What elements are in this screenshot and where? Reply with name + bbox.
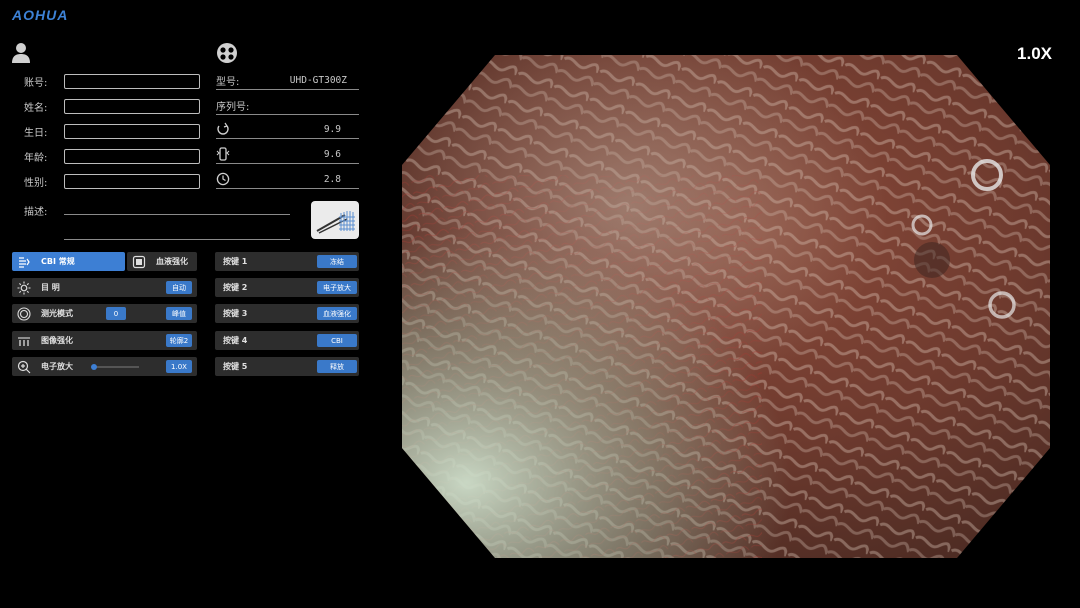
key-5-label: 按键 5 xyxy=(223,362,248,371)
key-3-label: 按键 3 xyxy=(223,309,248,318)
time-row: 2.8 xyxy=(216,170,359,189)
time-value: 2.8 xyxy=(323,173,341,185)
tab-cbi-normal[interactable]: CBI 常规 xyxy=(12,252,125,271)
name-field-row: 姓名: xyxy=(12,97,200,115)
key-4-assign-button[interactable]: CBI xyxy=(317,334,357,347)
metering-icon xyxy=(17,306,31,321)
tip-row: 9.6 xyxy=(216,145,359,164)
key-5-assign-button[interactable]: 释放 xyxy=(317,360,357,373)
brand-logo: AOHUA xyxy=(12,7,69,23)
scope-tip-icon xyxy=(216,147,230,161)
zoom-slider-track[interactable] xyxy=(93,366,139,368)
name-label: 姓名: xyxy=(24,102,48,114)
instrument-icon xyxy=(316,211,355,234)
tab-blood-enhance-label: 血液强化 xyxy=(156,257,188,266)
metering-mode-button[interactable]: 峰值 xyxy=(166,307,192,320)
name-input[interactable] xyxy=(64,98,200,114)
metering-label: 测光模式 xyxy=(41,309,73,318)
key-1-label: 按键 1 xyxy=(223,257,248,266)
sex-input[interactable] xyxy=(64,173,200,189)
rotation-row: 9.9 xyxy=(216,120,359,139)
cbi-mode-icon xyxy=(19,256,30,268)
image-enhance-icon xyxy=(18,336,30,346)
birthday-input[interactable] xyxy=(64,123,200,139)
clock-icon xyxy=(216,172,230,186)
model-label: 型号: xyxy=(216,76,240,88)
key-3-assign-button[interactable]: 血液强化 xyxy=(317,307,357,320)
image-enhance-value-button[interactable]: 轮廓2 xyxy=(166,334,192,347)
metering-level-button[interactable]: 0 xyxy=(106,307,126,320)
description-input-line-1[interactable] xyxy=(64,214,290,215)
rotation-value: 9.9 xyxy=(323,123,341,135)
age-label: 年龄: xyxy=(24,152,48,164)
description-input-line-2[interactable] xyxy=(64,239,290,240)
key-4-label: 按键 4 xyxy=(223,336,248,345)
image-enhance-label: 图像强化 xyxy=(41,336,73,345)
sex-label: 性别: xyxy=(24,177,48,189)
account-label: 账号: xyxy=(24,77,48,89)
blood-enhance-icon xyxy=(132,255,146,268)
description-label: 描述: xyxy=(24,207,48,218)
birthday-field-row: 生日: xyxy=(12,122,200,140)
brightness-icon xyxy=(17,281,31,294)
digital-zoom-label: 电子放大 xyxy=(41,362,73,371)
model-row: 型号: UHD-GT300Z xyxy=(216,71,359,90)
sex-field-row: 性别: xyxy=(12,172,200,190)
key-2-assign-button[interactable]: 电子放大 xyxy=(317,281,357,294)
brightness-value-button[interactable]: 自动 xyxy=(166,281,192,294)
age-field-row: 年龄: xyxy=(12,147,200,165)
brightness-label: 目 明 xyxy=(41,283,60,292)
rotate-icon xyxy=(217,122,229,135)
key-2-label: 按键 2 xyxy=(223,283,248,292)
endoscope-image xyxy=(402,55,1050,558)
account-field-row: 账号: xyxy=(12,72,200,90)
user-icon xyxy=(12,43,30,63)
digital-zoom-value-button[interactable]: 1.0X xyxy=(166,360,192,373)
model-value: UHD-GT300Z xyxy=(289,74,347,86)
zoom-slider-handle[interactable] xyxy=(91,364,97,370)
endoscope-head-icon xyxy=(217,43,237,63)
serial-row: 序列号: xyxy=(216,96,359,115)
instrument-button[interactable] xyxy=(311,201,359,239)
tip-value: 9.6 xyxy=(323,148,341,160)
zoom-in-icon xyxy=(17,360,31,373)
birthday-label: 生日: xyxy=(24,127,48,139)
tab-blood-enhance[interactable]: 血液强化 xyxy=(127,252,197,271)
account-input[interactable] xyxy=(64,73,200,89)
age-input[interactable] xyxy=(64,148,200,164)
serial-label: 序列号: xyxy=(216,101,250,113)
key-1-assign-button[interactable]: 冻结 xyxy=(317,255,357,268)
tab-cbi-normal-label: CBI 常规 xyxy=(41,257,75,266)
